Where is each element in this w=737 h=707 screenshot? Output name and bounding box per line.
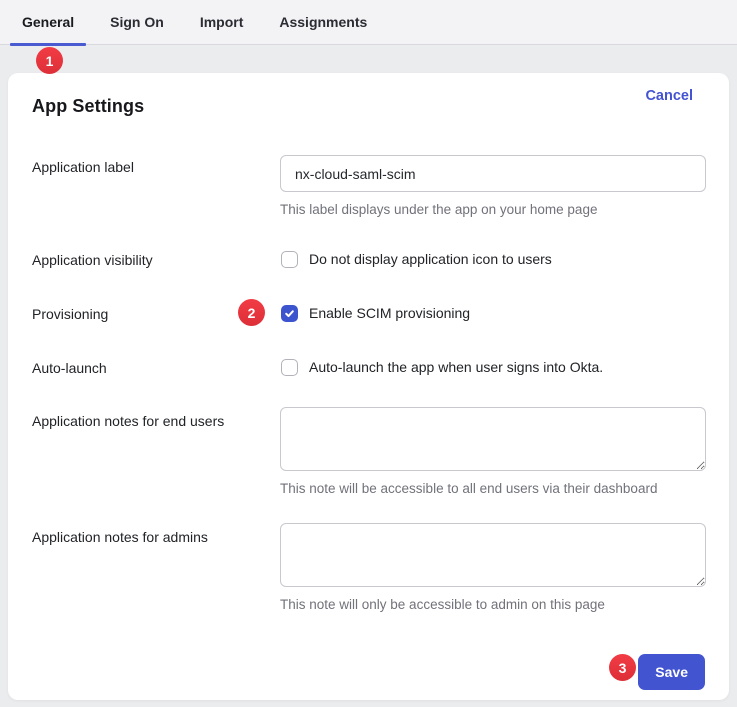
page-title: App Settings bbox=[32, 96, 144, 117]
tab-import[interactable]: Import bbox=[188, 0, 256, 44]
app-tab-bar: General Sign On Import Assignments bbox=[0, 0, 737, 45]
provisioning-checkbox-label: Enable SCIM provisioning bbox=[309, 305, 470, 321]
cancel-button[interactable]: Cancel bbox=[645, 88, 693, 104]
notes-end-users-label: Application notes for end users bbox=[32, 413, 224, 429]
application-label-label: Application label bbox=[32, 159, 134, 175]
annotation-step-2-badge: 2 bbox=[238, 299, 265, 326]
save-button[interactable]: Save bbox=[638, 654, 705, 690]
annotation-step-1-badge: 1 bbox=[36, 47, 63, 74]
application-visibility-label: Application visibility bbox=[32, 252, 153, 268]
application-visibility-checkbox-label: Do not display application icon to users bbox=[309, 251, 552, 267]
notes-admins-label: Application notes for admins bbox=[32, 529, 208, 545]
tab-general[interactable]: General bbox=[10, 0, 86, 44]
application-visibility-checkbox-row[interactable]: Do not display application icon to users bbox=[281, 249, 552, 269]
auto-launch-checkbox[interactable] bbox=[281, 359, 298, 376]
provisioning-label: Provisioning bbox=[32, 306, 108, 322]
auto-launch-label: Auto-launch bbox=[32, 360, 107, 376]
notes-admins-textarea[interactable] bbox=[280, 523, 706, 587]
annotation-step-3-badge: 3 bbox=[609, 654, 636, 681]
notes-admins-help: This note will only be accessible to adm… bbox=[280, 597, 605, 612]
auto-launch-checkbox-row[interactable]: Auto-launch the app when user signs into… bbox=[281, 357, 603, 377]
enable-scim-provisioning-checkbox[interactable] bbox=[281, 305, 298, 322]
application-label-input[interactable] bbox=[280, 155, 706, 192]
application-visibility-checkbox[interactable] bbox=[281, 251, 298, 268]
tab-sign-on[interactable]: Sign On bbox=[98, 0, 176, 44]
tab-assignments[interactable]: Assignments bbox=[267, 0, 379, 44]
notes-end-users-help: This note will be accessible to all end … bbox=[280, 481, 657, 496]
check-icon bbox=[284, 308, 295, 319]
auto-launch-checkbox-label: Auto-launch the app when user signs into… bbox=[309, 359, 603, 375]
application-label-help: This label displays under the app on you… bbox=[280, 202, 597, 217]
app-settings-panel: App Settings Cancel Application label Th… bbox=[8, 73, 729, 700]
notes-end-users-textarea[interactable] bbox=[280, 407, 706, 471]
provisioning-checkbox-row[interactable]: Enable SCIM provisioning bbox=[281, 303, 470, 323]
